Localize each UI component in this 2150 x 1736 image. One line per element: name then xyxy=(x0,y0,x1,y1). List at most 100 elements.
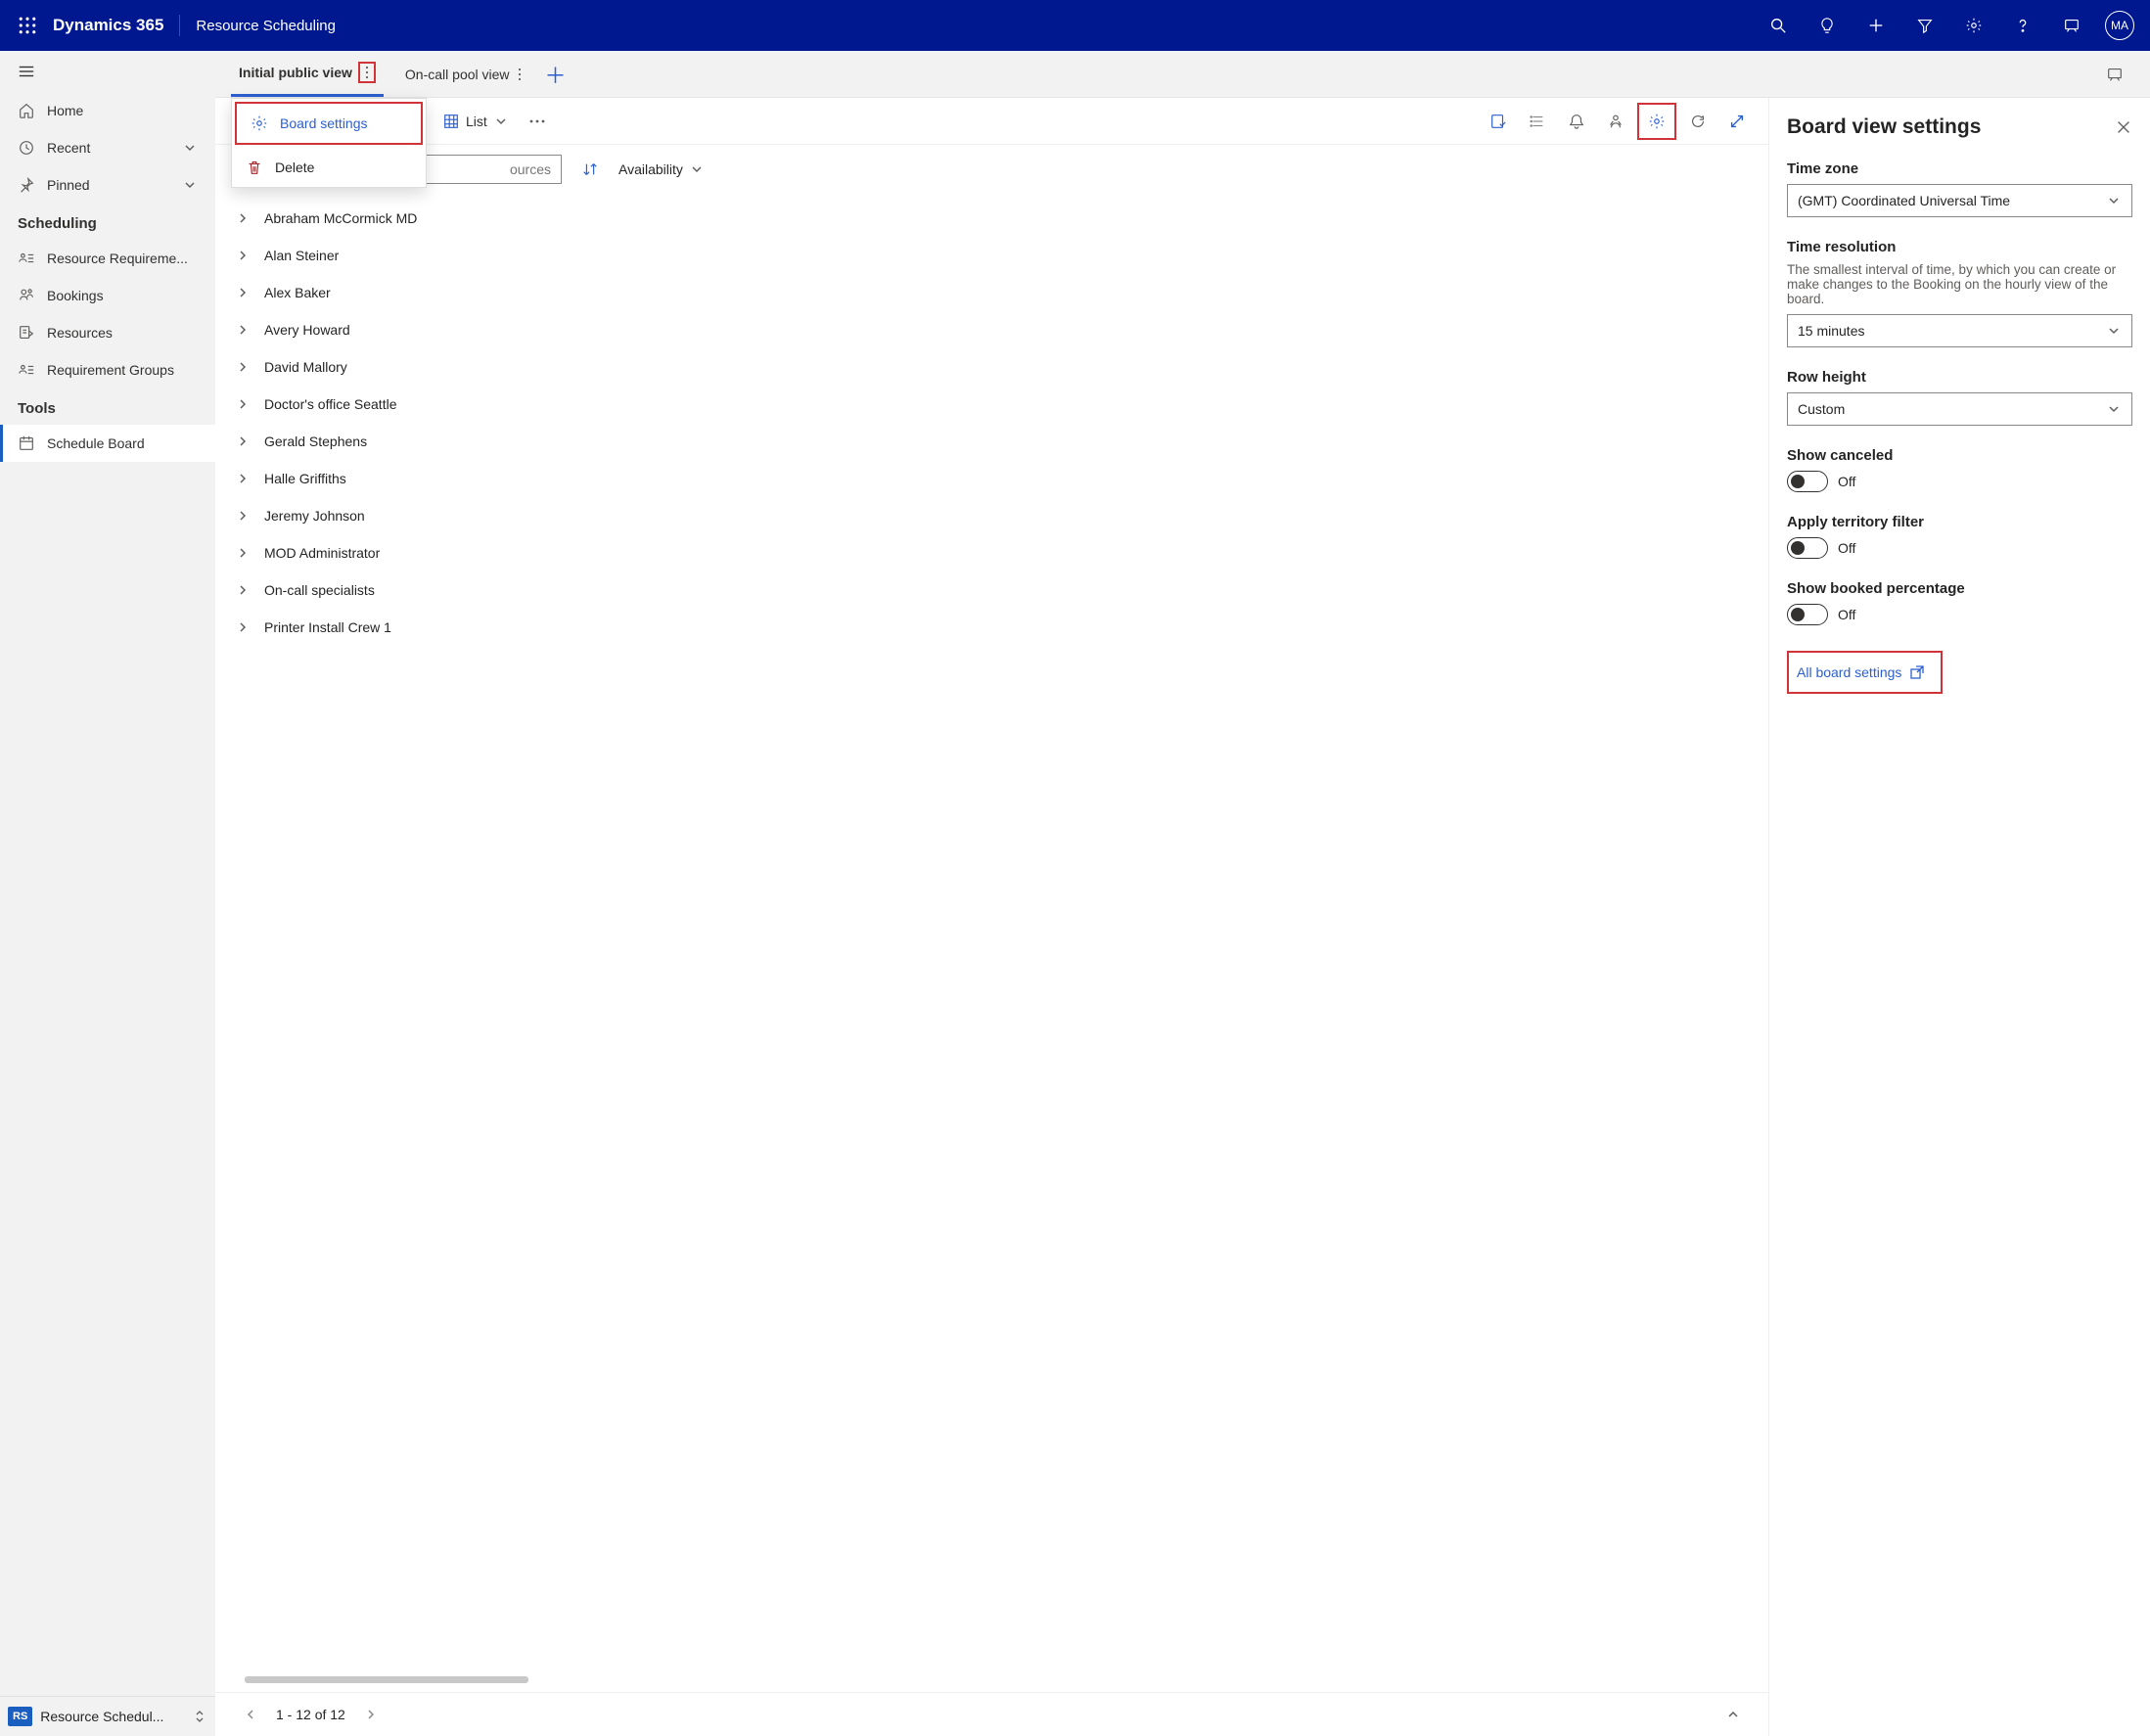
board-view-settings-panel: Board view settings Time zone (GMT) Coor… xyxy=(1768,98,2150,1736)
chevron-right-icon xyxy=(235,434,251,449)
collapse-panel-button[interactable] xyxy=(1721,1703,1745,1726)
resource-name: MOD Administrator xyxy=(264,545,380,561)
nav-resource-requirements-label: Resource Requireme... xyxy=(47,251,188,266)
clock-icon xyxy=(18,139,35,157)
nav-recent-label: Recent xyxy=(47,140,90,156)
chevron-down-icon xyxy=(182,140,198,156)
time-resolution-help: The smallest interval of time, by which … xyxy=(1787,262,2132,306)
calendar-icon xyxy=(18,434,35,452)
territory-filter-toggle[interactable] xyxy=(1787,537,1828,559)
list-item[interactable]: Alan Steiner xyxy=(225,237,1759,274)
add-icon[interactable] xyxy=(1853,2,1899,49)
panel-title: Board view settings xyxy=(1787,115,2115,139)
add-tab-button[interactable]: ＋ xyxy=(531,59,580,90)
board-view-settings-button[interactable] xyxy=(1637,103,1676,140)
list-item[interactable]: Gerald Stephens xyxy=(225,423,1759,460)
nav-recent[interactable]: Recent xyxy=(0,129,215,166)
alerts-icon-button[interactable] xyxy=(1557,103,1596,140)
territory-filter-label: Apply territory filter xyxy=(1787,514,2132,530)
nav-pinned[interactable]: Pinned xyxy=(0,166,215,204)
chevron-right-icon xyxy=(235,359,251,375)
sort-icon[interactable] xyxy=(581,160,599,178)
list-item[interactable]: Doctor's office Seattle xyxy=(225,386,1759,423)
pager-next[interactable] xyxy=(359,1703,383,1726)
nav-resource-requirements[interactable]: Resource Requireme... xyxy=(0,240,215,277)
nav-requirement-groups-label: Requirement Groups xyxy=(47,362,174,378)
nav-bookings[interactable]: Bookings xyxy=(0,277,215,314)
tab-actions-button[interactable] xyxy=(358,62,376,83)
menu-item-label: Board settings xyxy=(280,115,368,131)
nav-home[interactable]: Home xyxy=(0,92,215,129)
settings-gear-icon[interactable] xyxy=(1950,2,1997,49)
tab-initial-public-view[interactable]: Initial public view xyxy=(231,51,384,97)
hamburger-button[interactable] xyxy=(0,51,215,92)
people-icon-button[interactable] xyxy=(1596,103,1635,140)
module-switcher[interactable]: RS Resource Schedul... xyxy=(0,1696,215,1736)
view-label: List xyxy=(466,114,487,129)
list-item[interactable]: On-call specialists xyxy=(225,571,1759,609)
all-board-settings-label: All board settings xyxy=(1797,664,1901,680)
home-icon xyxy=(18,102,35,119)
search-placeholder-text: ources xyxy=(510,161,551,177)
nav-requirement-groups[interactable]: Requirement Groups xyxy=(0,351,215,388)
details-icon-button[interactable] xyxy=(1518,103,1557,140)
help-icon[interactable] xyxy=(1999,2,2046,49)
board-toolbar: List xyxy=(215,98,1768,145)
popout-icon xyxy=(1909,664,1925,680)
content-area: Initial public view Board settings Delet… xyxy=(215,51,2150,1736)
tab-on-call-pool-view[interactable]: On-call pool view xyxy=(397,51,531,97)
refresh-icon-button[interactable] xyxy=(1678,103,1717,140)
list-item[interactable]: David Mallory xyxy=(225,348,1759,386)
nav-pinned-label: Pinned xyxy=(47,177,90,193)
nav-resources[interactable]: Resources xyxy=(0,314,215,351)
show-canceled-toggle[interactable] xyxy=(1787,471,1828,492)
list-item[interactable]: Printer Install Crew 1 xyxy=(225,609,1759,646)
list-item[interactable]: Avery Howard xyxy=(225,311,1759,348)
list-item[interactable]: Alex Baker xyxy=(225,274,1759,311)
horizontal-scrollbar[interactable] xyxy=(245,1676,1739,1686)
list-item[interactable]: Abraham McCormick MD xyxy=(225,200,1759,237)
lightbulb-icon[interactable] xyxy=(1804,2,1851,49)
nav-section-scheduling: Scheduling xyxy=(0,204,215,240)
close-panel-button[interactable] xyxy=(2115,118,2132,136)
left-nav: Home Recent Pinned Scheduling Resource R… xyxy=(0,51,215,1736)
timezone-select[interactable]: (GMT) Coordinated Universal Time xyxy=(1787,184,2132,217)
list-item[interactable]: Jeremy Johnson xyxy=(225,497,1759,534)
booked-pct-toggle[interactable] xyxy=(1787,604,1828,625)
header-actions: MA xyxy=(1755,2,2142,49)
time-resolution-select[interactable]: 15 minutes xyxy=(1787,314,2132,347)
tab-actions-button[interactable] xyxy=(516,66,524,83)
filters-row: ources Availability xyxy=(215,145,1768,194)
global-header: Dynamics 365 Resource Scheduling MA xyxy=(0,0,2150,51)
more-actions-button[interactable] xyxy=(519,113,556,130)
all-board-settings-link[interactable]: All board settings xyxy=(1789,655,1933,690)
assistant-panel-icon[interactable] xyxy=(2095,56,2134,93)
sort-by-dropdown[interactable]: Availability xyxy=(618,161,705,177)
pin-icon xyxy=(18,176,35,194)
chevron-right-icon xyxy=(235,248,251,263)
app-launcher-button[interactable] xyxy=(8,6,47,45)
module-switcher-label: Resource Schedul... xyxy=(40,1709,184,1724)
nav-schedule-board[interactable]: Schedule Board xyxy=(0,425,215,462)
search-icon[interactable] xyxy=(1755,2,1802,49)
book-icon-button[interactable] xyxy=(1479,103,1518,140)
list-item[interactable]: MOD Administrator xyxy=(225,534,1759,571)
expand-icon-button[interactable] xyxy=(1717,103,1757,140)
assistant-icon[interactable] xyxy=(2048,2,2095,49)
user-avatar[interactable]: MA xyxy=(2105,11,2134,40)
pager-prev[interactable] xyxy=(239,1703,262,1726)
gear-icon xyxy=(251,114,268,132)
grid-icon xyxy=(442,113,460,130)
chevron-right-icon xyxy=(235,396,251,412)
list-item[interactable]: Halle Griffiths xyxy=(225,460,1759,497)
menu-item-board-settings[interactable]: Board settings xyxy=(235,102,423,145)
timezone-label: Time zone xyxy=(1787,160,2132,177)
people-list-icon xyxy=(18,250,35,267)
menu-item-label: Delete xyxy=(275,160,314,175)
view-switcher-list[interactable]: List xyxy=(433,107,519,136)
filter-icon[interactable] xyxy=(1901,2,1948,49)
row-height-select[interactable]: Custom xyxy=(1787,392,2132,426)
app-title: Dynamics 365 xyxy=(53,16,163,35)
menu-item-delete[interactable]: Delete xyxy=(232,148,426,187)
timezone-value: (GMT) Coordinated Universal Time xyxy=(1798,193,2010,208)
